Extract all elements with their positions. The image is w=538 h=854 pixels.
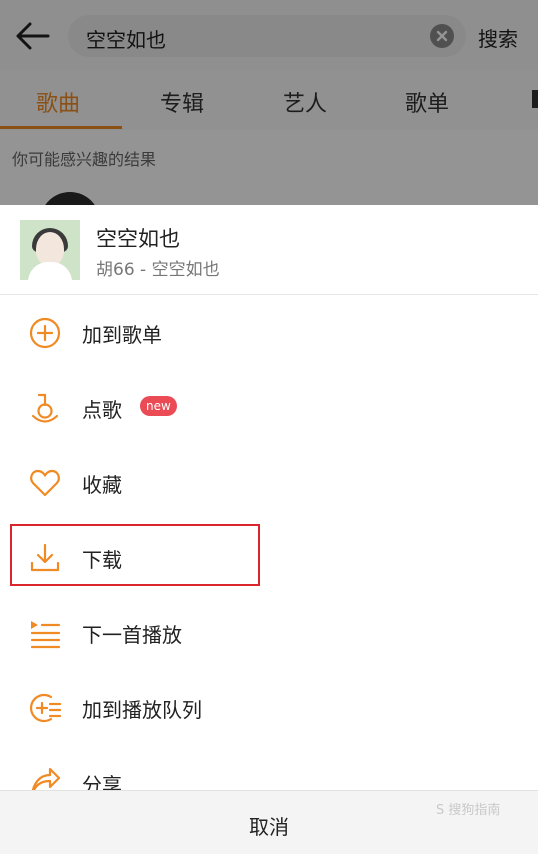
song-header: 空空如也 胡66 - 空空如也 [0, 205, 538, 295]
song-action-sheet: 空空如也 胡66 - 空空如也 加到歌单 点歌 new 收藏 下载 下一首播放 … [0, 205, 538, 854]
dim-overlay[interactable] [0, 0, 538, 205]
song-artist-album: 胡66 - 空空如也 [96, 260, 220, 280]
song-title: 空空如也 [96, 227, 180, 251]
menu-item-add-to-queue[interactable]: 加到播放队列 [0, 670, 538, 745]
menu-label: 点歌 [82, 398, 122, 422]
album-cover [20, 220, 80, 280]
play-next-icon [30, 621, 61, 649]
heart-icon [30, 469, 60, 497]
add-circle-icon [29, 317, 61, 349]
menu-label: 加到播放队列 [82, 698, 202, 722]
menu-item-play-next[interactable]: 下一首播放 [0, 595, 538, 670]
menu-label: 加到歌单 [82, 323, 162, 347]
download-highlight-box [10, 524, 260, 586]
menu-item-request-song[interactable]: 点歌 new [0, 370, 538, 445]
add-to-queue-icon [30, 693, 62, 723]
menu-label: 收藏 [82, 473, 122, 497]
new-badge: new [140, 396, 177, 416]
menu-item-add-to-playlist[interactable]: 加到歌单 [0, 295, 538, 370]
menu-item-favorite[interactable]: 收藏 [0, 445, 538, 520]
microphone-icon [31, 393, 59, 423]
watermark: S 搜狗指南 [436, 803, 501, 818]
menu-label: 下一首播放 [82, 623, 182, 647]
